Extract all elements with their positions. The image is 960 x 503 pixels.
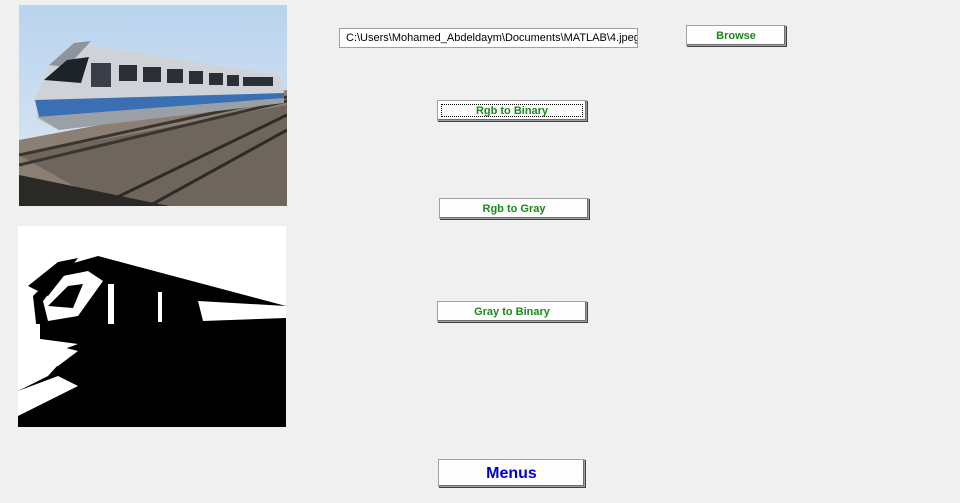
gray-to-binary-button[interactable]: Gray to Binary: [437, 301, 587, 322]
train-photo: [19, 5, 287, 206]
file-path-field[interactable]: C:\Users\Mohamed_Abdeldaym\Documents\MAT…: [339, 28, 638, 48]
binary-photo: [18, 226, 286, 427]
original-image-axes: [19, 5, 287, 206]
menus-button[interactable]: Menus: [438, 459, 585, 487]
binary-image-axes: [18, 226, 286, 427]
browse-button[interactable]: Browse: [686, 25, 786, 46]
rgb-to-binary-button[interactable]: Rgb to Binary: [437, 100, 587, 121]
rgb-to-gray-button[interactable]: Rgb to Gray: [439, 198, 589, 219]
focus-rectangle: [441, 104, 583, 117]
